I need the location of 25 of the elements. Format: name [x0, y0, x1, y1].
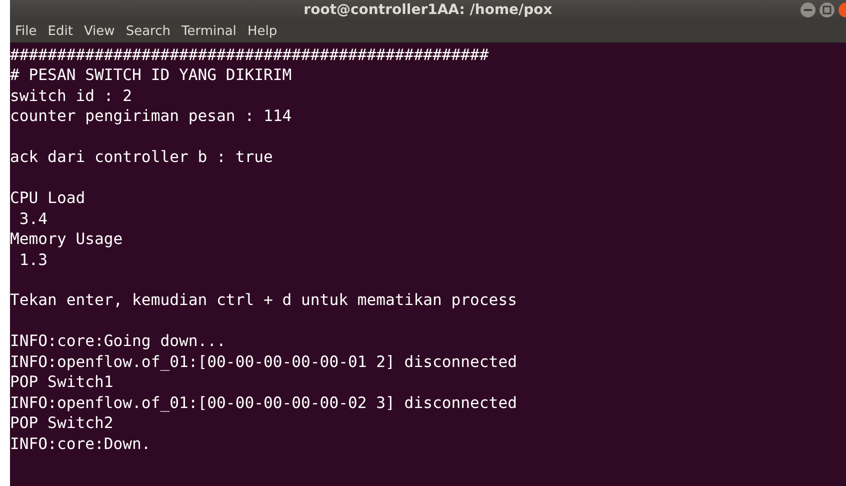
minimize-icon[interactable] [800, 2, 816, 18]
menu-item[interactable]: Edit [46, 24, 74, 38]
terminal-line: INFO:openflow.of_01:[00-00-00-00-00-01 2] disconnected [10, 352, 517, 372]
terminal-line: INFO:core:Down. [10, 434, 151, 454]
terminal-line: 1.3 [18, 250, 48, 270]
terminal-line: switch id : 2 [10, 86, 132, 106]
terminal-line: # PESAN SWITCH ID YANG DIKIRIM [10, 65, 292, 86]
terminal-line: 3.4 [18, 208, 48, 230]
terminal-line: POP Switch2 [10, 413, 114, 434]
menu-item[interactable]: Terminal [180, 24, 238, 38]
terminal-line: Tekan enter, kemudian ctrl + d untuk mematikan process [10, 290, 517, 311]
maximize-icon[interactable] [819, 2, 835, 18]
terminal-line: ack dari controller b : true [10, 147, 273, 168]
menu-item[interactable]: Help [246, 24, 278, 38]
menu-item[interactable]: File [14, 24, 38, 38]
terminal-line: POP Switch1 [10, 372, 114, 393]
terminal-line: INFO:core:Going down... [10, 331, 226, 352]
terminal-line: ################################################### [10, 45, 489, 66]
menu-item[interactable]: View [82, 24, 116, 38]
terminal-line: INFO:openflow.of_01:[00-00-00-00-00-02 3] disconnected [10, 392, 517, 414]
window-title: root@controller1AA: /home/pox [304, 2, 552, 18]
terminal-line: Memory Usage [10, 229, 123, 250]
menu-item[interactable]: Search [124, 24, 172, 38]
terminal-line: CPU Load [10, 188, 86, 209]
terminal-line: counter pengiriman pesan : 114 [10, 106, 292, 127]
